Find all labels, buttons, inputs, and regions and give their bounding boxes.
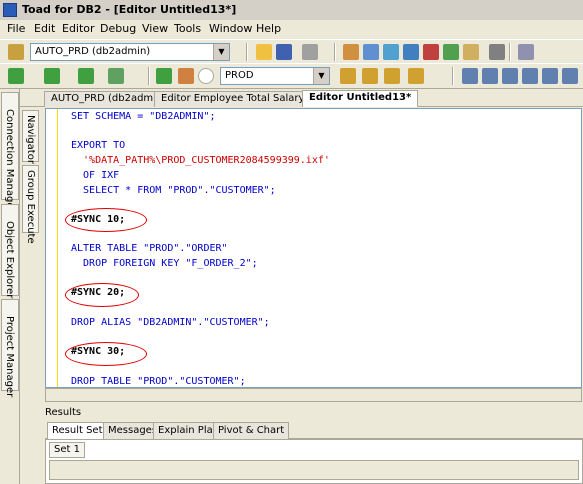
connection-manager-label: Connection Manager [4, 109, 15, 213]
schema-browser-icon[interactable] [363, 44, 379, 60]
sync-30-highlight [65, 342, 147, 366]
results-grid[interactable] [49, 460, 579, 480]
outdent-icon[interactable] [542, 68, 558, 84]
options-icon[interactable] [562, 68, 578, 84]
print-icon[interactable] [302, 44, 318, 60]
editor-icon[interactable] [343, 44, 359, 60]
group-execute-label: Group Execute [25, 170, 36, 244]
run-script-icon[interactable] [44, 68, 60, 84]
step-icon[interactable] [78, 68, 94, 84]
connection-manager-tab[interactable]: Connection Manager [1, 92, 19, 213]
code-line-of-ixf: OF IXF [71, 169, 120, 181]
editor-horizontal-scrollbar[interactable] [45, 388, 582, 402]
open-folder-icon[interactable] [256, 44, 272, 60]
save-icon[interactable] [276, 44, 292, 60]
navigator-tab[interactable]: Navigator [22, 110, 39, 164]
title-bar: Toad for DB2 - [Editor Untitled13*] [0, 0, 583, 20]
group-execute-tab[interactable]: Group Execute [22, 165, 39, 244]
tab-editor-untitled13[interactable]: Editor Untitled13* [302, 90, 419, 107]
results-tabs: Result Sets Messages Explain Plan Pivot … [45, 421, 583, 439]
uncomment-icon[interactable] [502, 68, 518, 84]
code-line-drop-table: DROP TABLE "PROD"."CUSTOMER"; [71, 375, 246, 387]
document-tabs: AUTO_PRD (db2admin) Editor Employee Tota… [20, 89, 583, 107]
query-builder-icon[interactable] [403, 44, 419, 60]
set-tab[interactable]: Set 1 [49, 442, 85, 458]
toolbar-main: AUTO_PRD (db2admin) ▼ [0, 39, 583, 65]
project-manager-tab[interactable]: Project Manager [1, 299, 19, 397]
code-line-alter-table: ALTER TABLE "PROD"."ORDER" [71, 243, 228, 255]
code-line-select: SELECT * FROM "PROD"."CUSTOMER"; [71, 184, 276, 196]
code-line-drop-foreign-key: DROP FOREIGN KEY "F_ORDER_2"; [71, 258, 258, 270]
find-next-icon[interactable] [362, 68, 378, 84]
run-icon[interactable] [8, 68, 24, 84]
goto-line-icon[interactable] [408, 68, 424, 84]
toolbar-separator [452, 67, 454, 85]
schema-select-value: PROD [225, 70, 254, 81]
report-icon[interactable] [423, 44, 439, 60]
editor-gutter [46, 109, 58, 387]
navigator-strip: Navigator Group Execute [21, 108, 41, 408]
toolbar-separator [148, 67, 150, 85]
menu-bar: File Edit Editor Debug View Tools Window… [0, 20, 583, 39]
left-dock-strip: Connection Manager Object Explorer Proje… [0, 89, 20, 484]
chevron-down-icon[interactable]: ▼ [213, 44, 229, 60]
sync-20-highlight [65, 283, 139, 307]
execute-icon[interactable] [108, 68, 124, 84]
rollback-icon[interactable] [178, 68, 194, 84]
project-manager-label: Project Manager [4, 316, 15, 398]
code-line-set-schema: SET SCHEMA = "DB2ADMIN"; [71, 111, 216, 122]
connection-select[interactable]: AUTO_PRD (db2admin) ▼ [30, 43, 230, 61]
code-line-export-path: '%DATA_PATH%\PROD_CUSTOMER2084599399.ixf… [71, 155, 330, 167]
tab-pivot-chart[interactable]: Pivot & Chart [213, 422, 290, 439]
results-panel: Set 1 [45, 439, 583, 484]
chevron-down-icon[interactable]: ▼ [313, 68, 329, 84]
menu-view[interactable]: View [142, 22, 168, 35]
menu-file[interactable]: File [7, 22, 25, 35]
connection-select-value: AUTO_PRD (db2admin) [35, 46, 151, 57]
indent-icon[interactable] [522, 68, 538, 84]
monitor-icon[interactable] [489, 44, 505, 60]
diagram-icon[interactable] [383, 44, 399, 60]
navigator-label: Navigator [25, 115, 36, 164]
menu-editor[interactable]: Editor [62, 22, 95, 35]
object-explorer-label: Object Explorer [4, 221, 15, 299]
window-title: Toad for DB2 - [Editor Untitled13*] [22, 3, 237, 16]
layout-icon[interactable] [518, 44, 534, 60]
format-icon[interactable] [462, 68, 478, 84]
code-line-drop-alias: DROP ALIAS "DB2ADMIN"."CUSTOMER"; [71, 316, 270, 328]
code-line-export: EXPORT TO [71, 140, 126, 152]
toolbar-separator [509, 43, 511, 61]
commit-icon[interactable] [156, 68, 172, 84]
find-icon[interactable] [340, 68, 356, 84]
comment-icon[interactable] [482, 68, 498, 84]
menu-help[interactable]: Help [256, 22, 281, 35]
schema-select[interactable]: PROD ▼ [220, 67, 330, 85]
menu-tools[interactable]: Tools [174, 22, 201, 35]
replace-icon[interactable] [384, 68, 400, 84]
menu-edit[interactable]: Edit [34, 22, 55, 35]
toad-app-icon [3, 3, 17, 17]
menu-window[interactable]: Window [209, 22, 252, 35]
status-circle-icon [198, 68, 214, 84]
sync-10-highlight [65, 208, 147, 232]
sql-editor[interactable]: SET SCHEMA = "DB2ADMIN"; EXPORT TO '%DAT… [45, 108, 582, 388]
toolbar-separator [334, 43, 336, 61]
toolbar-separator [246, 43, 248, 61]
results-header: Results [42, 404, 583, 420]
export-icon[interactable] [443, 44, 459, 60]
toolbar-editor: PROD ▼ [0, 63, 583, 89]
menu-debug[interactable]: Debug [100, 22, 136, 35]
compare-icon[interactable] [463, 44, 479, 60]
connect-icon[interactable] [8, 44, 24, 60]
object-explorer-tab[interactable]: Object Explorer [1, 204, 19, 299]
